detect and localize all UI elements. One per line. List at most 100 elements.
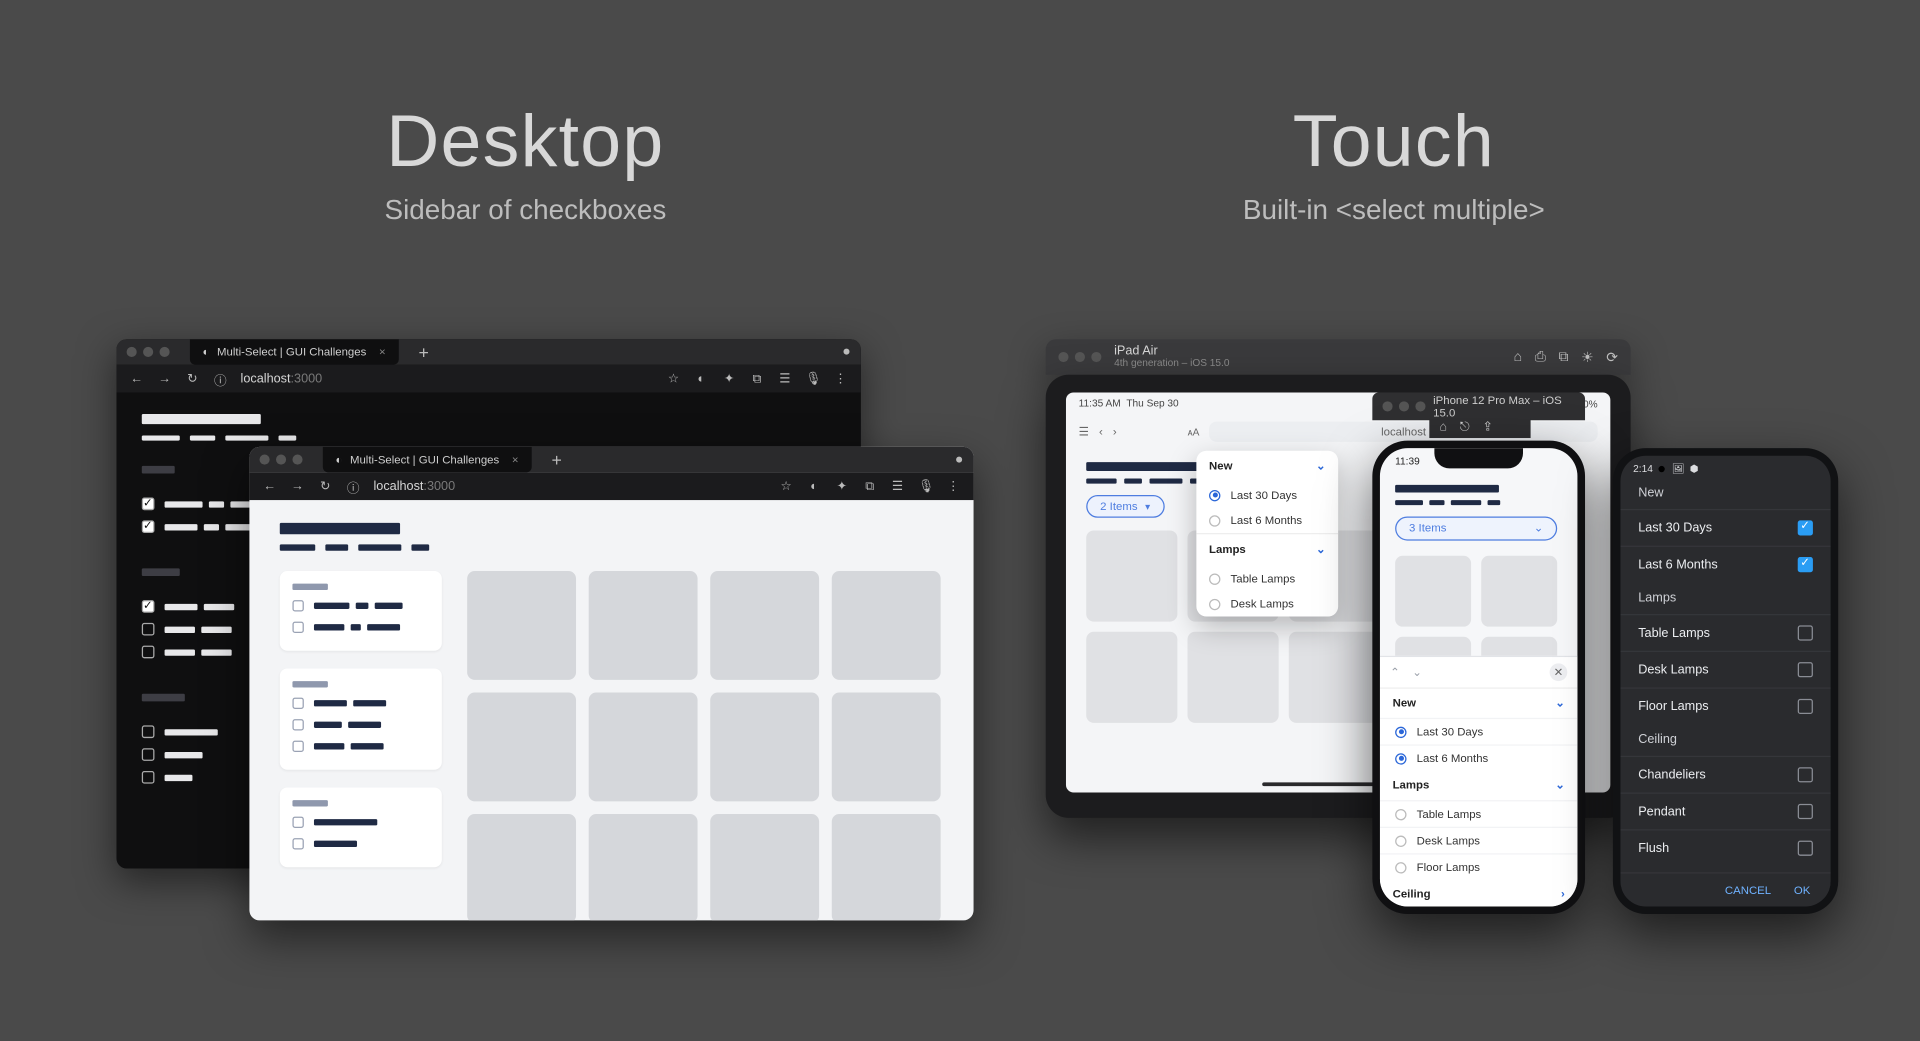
- option-row[interactable]: Last 30 Days: [1380, 718, 1577, 745]
- checkbox-icon[interactable]: [1798, 767, 1813, 782]
- option-row[interactable]: Table Lamps: [1196, 566, 1338, 591]
- checkbox-icon[interactable]: [142, 646, 155, 659]
- checkbox-icon[interactable]: [1798, 625, 1813, 640]
- checkbox-icon[interactable]: [1798, 841, 1813, 856]
- product-tile[interactable]: [1086, 632, 1177, 723]
- checkbox-icon[interactable]: [1798, 804, 1813, 819]
- product-tile[interactable]: [1289, 632, 1380, 723]
- checkbox-icon[interactable]: [1798, 662, 1813, 677]
- option-row[interactable]: Last 6 Months: [1620, 546, 1830, 583]
- traffic-lights[interactable]: [1382, 401, 1425, 411]
- select-sheet[interactable]: ⌃ ⌄ ✕ New⌄ Last 30 Days Last 6 Months La…: [1380, 656, 1577, 907]
- traffic-lights[interactable]: [260, 454, 303, 464]
- ext2-icon[interactable]: ✦: [834, 479, 849, 493]
- option-row[interactable]: Desk Lamps: [1196, 591, 1338, 616]
- checkbox-icon[interactable]: [292, 741, 303, 752]
- checkbox-row[interactable]: [292, 698, 429, 709]
- forward-icon[interactable]: →: [290, 479, 305, 493]
- traffic-lights[interactable]: [1058, 352, 1101, 362]
- ext1-icon[interactable]: ◐: [694, 372, 709, 386]
- sim-tool-icon[interactable]: ⎋: [1460, 420, 1470, 435]
- option-row[interactable]: Last 30 Days: [1196, 482, 1338, 507]
- checkbox-row[interactable]: [292, 817, 429, 828]
- sim-rotate-icon[interactable]: ⧉: [1559, 349, 1569, 365]
- select-popover[interactable]: New⌄ Last 30 Days Last 6 Months Lamps⌄ T…: [1196, 451, 1338, 617]
- product-tile[interactable]: [1481, 555, 1557, 626]
- star-icon[interactable]: ☆: [666, 372, 681, 386]
- url-field[interactable]: localhost:3000: [241, 372, 323, 386]
- sim-screenshot-icon[interactable]: ⎙: [1535, 349, 1546, 365]
- checkbox-icon[interactable]: [142, 725, 155, 738]
- product-tile[interactable]: [589, 571, 698, 680]
- product-tile[interactable]: [467, 814, 576, 920]
- browser-tab[interactable]: ◐ Multi-Select | GUI Challenges ×: [323, 447, 531, 472]
- checkbox-icon[interactable]: [1798, 557, 1813, 572]
- sim-reload-icon[interactable]: ⟳: [1606, 349, 1618, 365]
- checkbox-icon[interactable]: [142, 771, 155, 784]
- close-icon[interactable]: ✕: [1550, 663, 1568, 681]
- sidebar-icon[interactable]: ☰: [1079, 425, 1089, 439]
- checkbox-icon[interactable]: [142, 748, 155, 761]
- new-tab-button[interactable]: +: [541, 449, 572, 469]
- checkbox-icon[interactable]: [142, 623, 155, 636]
- option-row[interactable]: Last 6 Months: [1380, 744, 1577, 771]
- checkbox-row[interactable]: [292, 622, 429, 633]
- back-icon[interactable]: ←: [262, 479, 277, 493]
- checkbox-row[interactable]: [292, 838, 429, 849]
- checkbox-icon[interactable]: [292, 600, 303, 611]
- reload-icon[interactable]: ↻: [318, 479, 333, 493]
- option-row[interactable]: Last 30 Days: [1620, 509, 1830, 546]
- product-tile[interactable]: [467, 693, 576, 802]
- option-row[interactable]: Chandeliers: [1620, 756, 1830, 793]
- close-icon[interactable]: ×: [379, 346, 386, 359]
- checkbox-icon[interactable]: [1798, 699, 1813, 714]
- ext2-icon[interactable]: ✦: [722, 372, 737, 386]
- ext4-icon[interactable]: ☰: [777, 372, 792, 386]
- traffic-lights[interactable]: [127, 347, 170, 357]
- sim-home-icon[interactable]: ⌂: [1439, 420, 1447, 435]
- product-tile[interactable]: [1188, 632, 1279, 723]
- cancel-button[interactable]: CANCEL: [1725, 884, 1771, 897]
- sim-tool-icon[interactable]: ⇪: [1482, 420, 1493, 435]
- option-row[interactable]: Last 6 Months: [1196, 508, 1338, 533]
- checkbox-row[interactable]: [292, 719, 429, 730]
- product-tile[interactable]: [589, 814, 698, 920]
- option-row[interactable]: Table Lamps: [1620, 614, 1830, 651]
- window-close-icon[interactable]: ●: [955, 452, 963, 467]
- option-row[interactable]: Floor Lamps: [1380, 853, 1577, 880]
- checkbox-icon[interactable]: [292, 698, 303, 709]
- checkbox-icon[interactable]: [142, 600, 155, 613]
- checkbox-icon[interactable]: [292, 838, 303, 849]
- checkbox-icon[interactable]: [142, 498, 155, 511]
- product-tile[interactable]: [589, 693, 698, 802]
- prev-icon[interactable]: ⌃: [1390, 665, 1400, 679]
- option-row[interactable]: Table Lamps: [1380, 800, 1577, 827]
- sim-appearance-icon[interactable]: ☀: [1581, 349, 1594, 365]
- close-icon[interactable]: ×: [512, 453, 519, 466]
- forward-icon[interactable]: ›: [1113, 425, 1117, 438]
- ok-button[interactable]: OK: [1794, 884, 1810, 897]
- sim-home-icon[interactable]: ⌂: [1514, 349, 1522, 365]
- option-row[interactable]: Flush: [1620, 829, 1830, 866]
- product-tile[interactable]: [467, 571, 576, 680]
- menu-icon[interactable]: ⋮: [833, 372, 848, 386]
- option-row[interactable]: Desk Lamps: [1380, 827, 1577, 854]
- next-icon[interactable]: ⌄: [1412, 665, 1422, 679]
- mic-icon[interactable]: 🎙: [805, 372, 820, 386]
- optgroup-header[interactable]: New⌄: [1196, 451, 1338, 483]
- reload-icon[interactable]: ↻: [185, 372, 200, 386]
- product-tile[interactable]: [710, 814, 819, 920]
- checkbox-icon[interactable]: [292, 622, 303, 633]
- back-icon[interactable]: ←: [129, 372, 144, 386]
- optgroup-header[interactable]: Ceiling›: [1380, 880, 1577, 907]
- checkbox-row[interactable]: [292, 741, 429, 752]
- product-tile[interactable]: [832, 814, 941, 920]
- filter-select[interactable]: 3 Items⌄: [1395, 516, 1557, 540]
- checkbox-icon[interactable]: [142, 520, 155, 533]
- url-field[interactable]: localhost:3000: [373, 479, 455, 493]
- optgroup-header[interactable]: New⌄: [1380, 689, 1577, 718]
- optgroup-header[interactable]: Lamps⌄: [1380, 771, 1577, 800]
- product-tile[interactable]: [710, 693, 819, 802]
- checkbox-icon[interactable]: [292, 719, 303, 730]
- option-row[interactable]: Pendant: [1620, 793, 1830, 830]
